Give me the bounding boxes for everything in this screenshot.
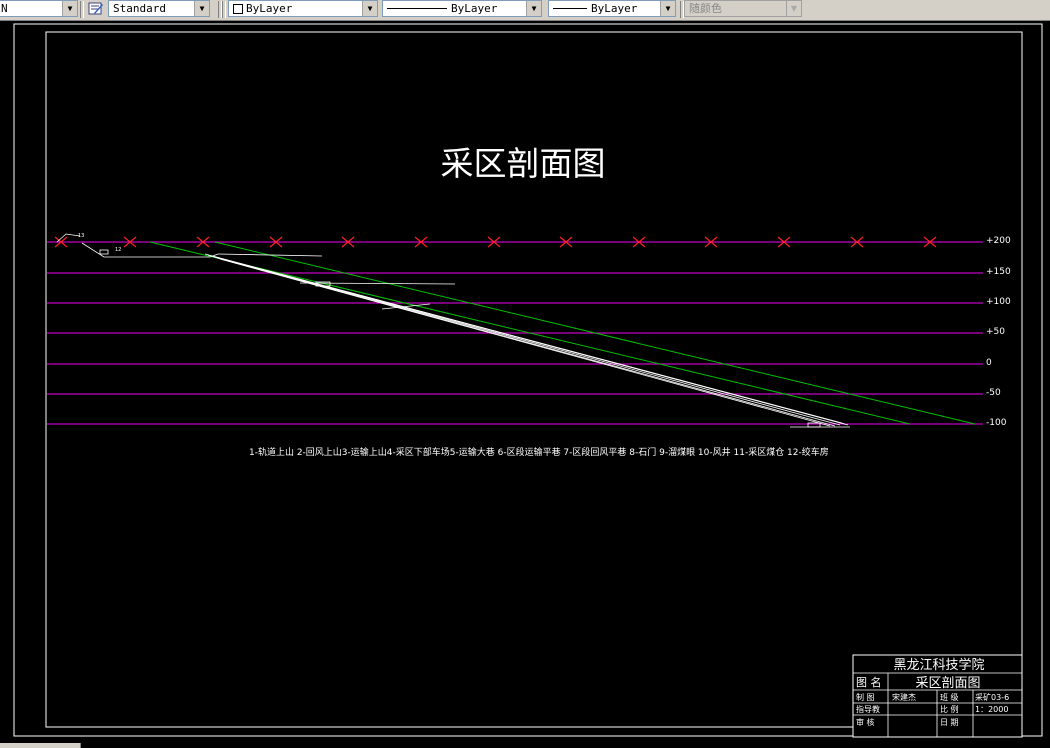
title-row-value: 采矿03-6 <box>975 692 1009 702</box>
text-style-dropdown[interactable]: Standard ▼ <box>108 0 210 17</box>
roadway-label: 12 <box>115 247 121 253</box>
title-row-label: 比 例 <box>940 704 959 714</box>
title-name-value: 采区剖面图 <box>915 676 980 691</box>
drawing-title: 采区剖面图 <box>441 144 606 183</box>
elevation-label: +200 <box>986 236 1011 246</box>
text-style-icon[interactable] <box>88 1 104 16</box>
toolbar-separator <box>222 1 226 18</box>
status-bar-fragment <box>0 743 81 748</box>
title-name-label: 图 名 <box>856 675 882 689</box>
title-row-label: 审 核 <box>856 717 875 727</box>
color-value: ByLayer <box>246 2 293 15</box>
linetype-sample-icon <box>387 8 447 9</box>
title-row-label: 班 级 <box>940 692 959 702</box>
inner-frame <box>45 31 1023 728</box>
roadway-line <box>213 256 841 426</box>
properties-toolbar: N ▼ Standard ▼ ByLayer ▼ ByLayer ▼ ByLay… <box>0 0 1050 21</box>
elevation-label: -50 <box>986 388 1001 398</box>
elevation-labels: +200 +150 +100 +50 0 -50 -100 <box>986 236 1011 428</box>
plotstyle-dropdown: 随颜色 ▼ <box>684 0 802 17</box>
roadway-label: 13 <box>78 233 84 239</box>
drawing-legend: 1-轨道上山 2-回风上山3-运输上山4-采区下部车场5-运输大巷 6-区段运输… <box>249 446 829 458</box>
roadways <box>56 233 850 428</box>
lineweight-dropdown[interactable]: ByLayer ▼ <box>548 0 676 17</box>
lineweight-sample-icon <box>553 8 587 9</box>
drawing-canvas[interactable]: 采区剖面图 +200 +150 +100 +50 0 -50 -100 13 1… <box>0 21 1050 746</box>
layer-dropdown[interactable]: N ▼ <box>0 0 78 17</box>
outer-frame <box>13 23 1043 737</box>
elevation-label: 0 <box>986 358 992 368</box>
school-name: 黑龙江科技学院 <box>893 657 984 673</box>
linetype-dropdown[interactable]: ByLayer ▼ <box>382 0 542 17</box>
title-row-value: 1：2000 <box>975 705 1008 714</box>
title-row-label: 制 图 <box>856 692 875 702</box>
title-block: 黑龙江科技学院 图 名 采区剖面图 制 图 宋建杰 班 级 采矿03-6 指导教… <box>852 654 1023 738</box>
title-row-label: 指导教 <box>856 704 880 714</box>
chevron-down-icon: ▼ <box>194 1 209 16</box>
lineweight-value: ByLayer <box>591 2 638 15</box>
chevron-down-icon: ▼ <box>62 1 77 16</box>
layer-dropdown-value: N <box>1 2 8 15</box>
color-swatch-icon <box>233 4 243 14</box>
chevron-down-icon: ▼ <box>526 1 541 16</box>
roadway-line <box>210 255 849 426</box>
linetype-value: ByLayer <box>451 2 498 15</box>
chevron-down-icon: ▼ <box>660 1 675 16</box>
chevron-down-icon: ▼ <box>786 1 801 16</box>
plotstyle-value: 随颜色 <box>689 2 722 15</box>
elevation-label: +150 <box>986 267 1011 277</box>
elevation-label: +50 <box>986 327 1005 337</box>
title-row-value: 宋建杰 <box>892 692 916 702</box>
chevron-down-icon: ▼ <box>362 1 377 16</box>
elevation-lines <box>47 241 983 425</box>
elevation-label: +100 <box>986 297 1011 307</box>
toolbar-separator <box>80 1 84 18</box>
winch-room-box <box>99 249 109 255</box>
elevation-label: -100 <box>986 418 1007 428</box>
text-style-value: Standard <box>113 2 166 15</box>
title-row-label: 日 期 <box>940 718 959 727</box>
color-dropdown[interactable]: ByLayer ▼ <box>228 0 378 17</box>
roadway-line <box>217 253 323 257</box>
roadway-line <box>219 258 831 427</box>
